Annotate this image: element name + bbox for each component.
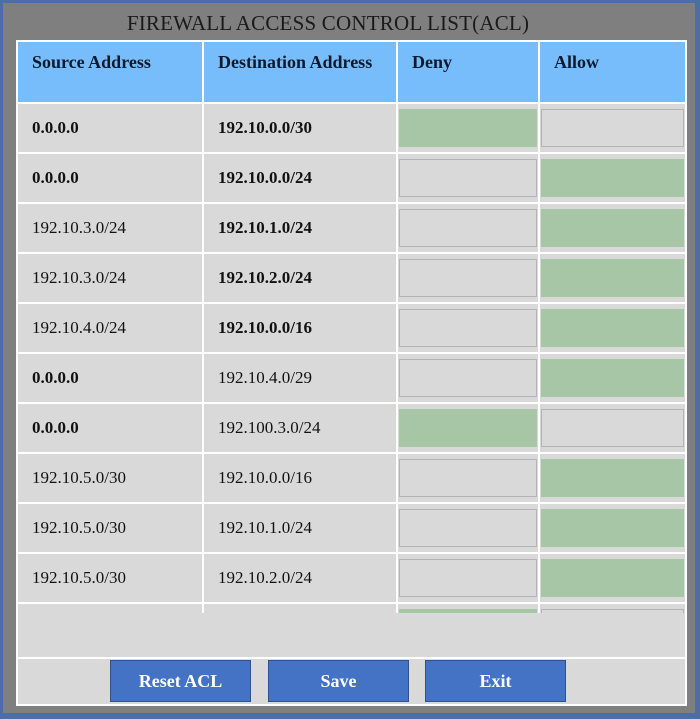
- source-address-cell: 192.10.5.0/30: [18, 504, 202, 552]
- allow-toggle[interactable]: [541, 359, 684, 397]
- deny-toggle[interactable]: [399, 309, 537, 347]
- deny-toggle[interactable]: [399, 159, 537, 197]
- allow-cell: [540, 104, 685, 152]
- column-header-allow: Allow: [540, 42, 685, 102]
- allow-cell: [540, 554, 685, 602]
- acl-table: Source Address Destination Address Deny …: [16, 40, 687, 654]
- acl-rule-row: 192.10.3.0/24 192.10.2.0/24: [18, 254, 685, 302]
- deny-toggle[interactable]: [399, 259, 537, 297]
- deny-cell: [398, 104, 538, 152]
- allow-toggle[interactable]: [541, 559, 684, 597]
- acl-rule-row: 0.0.0.0 192.10.4.0/29: [18, 354, 685, 402]
- deny-cell: [398, 454, 538, 502]
- deny-toggle[interactable]: [399, 509, 537, 547]
- destination-address-cell: 192.10.1.0/24: [204, 204, 396, 252]
- allow-toggle[interactable]: [541, 409, 684, 447]
- deny-cell: [398, 404, 538, 452]
- source-address-cell: 192.10.4.0/24: [18, 304, 202, 352]
- column-header-destination: Destination Address: [204, 42, 396, 102]
- deny-toggle[interactable]: [399, 359, 537, 397]
- acl-rule-row: 192.10.5.0/30 192.10.1.0/24: [18, 504, 685, 552]
- exit-button[interactable]: Exit: [425, 660, 566, 702]
- acl-rule-row: 192.10.4.0/24 192.10.0.0/16: [18, 304, 685, 352]
- source-address-cell: 192.10.3.0/24: [18, 204, 202, 252]
- allow-cell: [540, 354, 685, 402]
- allow-toggle[interactable]: [541, 209, 684, 247]
- save-button[interactable]: Save: [268, 660, 409, 702]
- destination-address-cell: 192.10.0.0/30: [204, 104, 396, 152]
- deny-cell: [398, 204, 538, 252]
- acl-rule-row: 0.0.0.0 192.10.0.0/30: [18, 104, 685, 152]
- allow-cell: [540, 154, 685, 202]
- allow-cell: [540, 404, 685, 452]
- acl-rule-row: 192.10.5.0/30 192.10.0.0/16: [18, 454, 685, 502]
- column-header-deny: Deny: [398, 42, 538, 102]
- allow-cell: [540, 504, 685, 552]
- allow-cell: [540, 254, 685, 302]
- acl-window: FIREWALL ACCESS CONTROL LIST(ACL) Source…: [3, 3, 695, 713]
- source-address-cell: 192.10.5.0/30: [18, 454, 202, 502]
- reset-acl-button[interactable]: Reset ACL: [110, 660, 251, 702]
- destination-address-cell: 192.10.4.0/29: [204, 354, 396, 402]
- destination-address-cell: 192.10.0.0/24: [204, 154, 396, 202]
- destination-address-cell: 192.10.2.0/24: [204, 554, 396, 602]
- source-address-cell: 0.0.0.0: [18, 404, 202, 452]
- allow-toggle[interactable]: [541, 259, 684, 297]
- column-header-source: Source Address: [18, 42, 202, 102]
- source-address-cell: 0.0.0.0: [18, 154, 202, 202]
- deny-toggle[interactable]: [399, 409, 537, 447]
- acl-rule-row: 192.10.5.0/30 192.10.2.0/24: [18, 554, 685, 602]
- acl-rule-row: 192.10.3.0/24 192.10.1.0/24: [18, 204, 685, 252]
- deny-cell: [398, 354, 538, 402]
- acl-rule-row: 0.0.0.0 192.100.3.0/24: [18, 404, 685, 452]
- empty-row: [18, 613, 685, 657]
- allow-toggle[interactable]: [541, 309, 684, 347]
- table-header-row: Source Address Destination Address Deny …: [18, 42, 685, 102]
- allow-toggle[interactable]: [541, 509, 684, 547]
- allow-cell: [540, 304, 685, 352]
- deny-toggle[interactable]: [399, 109, 537, 147]
- window-title: FIREWALL ACCESS CONTROL LIST(ACL): [126, 11, 530, 35]
- source-address-cell: 192.10.3.0/24: [18, 254, 202, 302]
- deny-toggle[interactable]: [399, 459, 537, 497]
- allow-toggle[interactable]: [541, 459, 684, 497]
- deny-cell: [398, 554, 538, 602]
- acl-rule-row: 0.0.0.0 192.10.0.0/24: [18, 154, 685, 202]
- allow-cell: [540, 204, 685, 252]
- allow-cell: [540, 454, 685, 502]
- deny-toggle[interactable]: [399, 209, 537, 247]
- destination-address-cell: 192.100.3.0/24: [204, 404, 396, 452]
- destination-address-cell: 192.10.1.0/24: [204, 504, 396, 552]
- destination-address-cell: 192.10.0.0/16: [204, 454, 396, 502]
- allow-toggle[interactable]: [541, 109, 684, 147]
- deny-cell: [398, 154, 538, 202]
- deny-cell: [398, 504, 538, 552]
- deny-toggle[interactable]: [399, 559, 537, 597]
- allow-toggle[interactable]: [541, 159, 684, 197]
- button-bar: Reset ACL Save Exit: [18, 659, 685, 704]
- destination-address-cell: 192.10.2.0/24: [204, 254, 396, 302]
- source-address-cell: 0.0.0.0: [18, 104, 202, 152]
- deny-cell: [398, 254, 538, 302]
- source-address-cell: 0.0.0.0: [18, 354, 202, 402]
- deny-cell: [398, 304, 538, 352]
- destination-address-cell: 192.10.0.0/16: [204, 304, 396, 352]
- acl-panel: Source Address Destination Address Deny …: [16, 40, 687, 706]
- source-address-cell: 192.10.5.0/30: [18, 554, 202, 602]
